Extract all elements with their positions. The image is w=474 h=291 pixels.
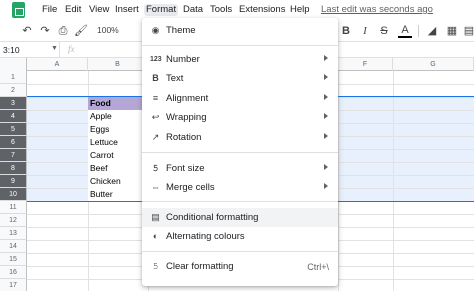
menu-item-label: Theme [166,25,196,36]
menu-item-label: Font size [166,163,205,174]
strikethrough-icon[interactable]: S [377,24,391,38]
merge-icon[interactable]: ▤ [462,24,474,38]
row-header-selected[interactable]: 6 [0,136,27,149]
menu-item-text[interactable]: B Text [142,69,338,88]
number-123-icon: 123 [150,56,162,63]
last-edit-link[interactable]: Last edit was seconds ago [321,4,433,16]
menu-item-label: Text [166,73,184,84]
submenu-arrow-icon [324,55,328,61]
menu-edit[interactable]: Edit [65,4,81,16]
fill-drop-icon: ◐ [152,231,159,241]
menu-item-label: Conditional formatting [166,212,259,223]
menu-item-wrapping[interactable]: ↩ Wrapping [142,108,338,127]
row-header-selected[interactable]: 4 [0,110,27,123]
menu-item-number[interactable]: 123 Number [142,50,338,69]
column-header-g[interactable]: G [393,58,474,71]
menu-insert[interactable]: Insert [115,4,139,16]
row-header-selected[interactable]: 10 [0,188,27,201]
menu-item-rotation[interactable]: ↗ Rotation [142,128,338,147]
menu-item-alignment[interactable]: ≡ Alignment [142,89,338,108]
row-header[interactable]: 16 [0,266,27,279]
menu-item-label: Alignment [166,93,209,104]
menu-divider [142,152,338,153]
row-header-selected[interactable]: 9 [0,175,27,188]
palette-icon: ◉ [151,25,160,35]
toolbar-divider [418,25,419,37]
spreadsheet-app: File Edit View Insert Format Data Tools … [0,0,474,291]
menu-item-label: Wrapping [166,112,207,123]
row-header[interactable]: 15 [0,253,27,266]
column-header-a[interactable]: A [27,58,88,71]
zoom-select[interactable]: 100% [97,25,119,35]
row-header[interactable]: 17 [0,279,27,291]
paint-format-icon[interactable]: 🖌 [74,24,88,38]
borders-icon[interactable]: ▦ [445,24,459,38]
menu-divider [142,251,338,252]
menu-data[interactable]: Data [183,4,203,16]
menu-item-theme[interactable]: ◉ Theme [142,21,338,40]
menu-item-label: Rotation [166,132,202,143]
menu-item-label: Merge cells [166,182,215,193]
font-size-icon: 𝟻 [152,163,159,173]
submenu-arrow-icon [324,133,328,139]
menu-item-conditional-formatting[interactable]: ▤ Conditional formatting [142,208,338,227]
chevron-down-icon[interactable]: ▼ [51,45,58,52]
text-color-icon[interactable]: A [398,24,412,38]
row-header-selected[interactable]: 5 [0,123,27,136]
menu-format[interactable]: Format [144,4,179,16]
submenu-arrow-icon [324,74,328,80]
undo-icon[interactable]: ↶ [20,24,34,38]
menu-bar: File Edit View Insert Format Data Tools … [0,0,474,20]
format-menu: ◉ Theme 123 Number B Text ≡ Alignment ↩ … [142,18,338,286]
shortcut-label: Ctrl+\ [307,262,329,272]
menu-item-font-size[interactable]: 𝟻 Font size [142,159,338,178]
column-header-f[interactable]: F [338,58,393,71]
menu-divider [142,201,338,202]
submenu-arrow-icon [324,94,328,100]
fx-icon: fx [68,44,75,54]
fill-color-icon[interactable]: ◢ [425,24,439,38]
menu-divider [142,45,338,46]
menu-extensions[interactable]: Extensions [239,4,285,16]
submenu-arrow-icon [324,164,328,170]
menu-item-label: Clear formatting [166,261,234,272]
row-header-selected[interactable]: 7 [0,149,27,162]
menu-item-label: Alternating colours [166,231,245,242]
row-header[interactable]: 2 [0,84,27,97]
select-all-corner[interactable] [0,58,27,71]
text-wrap-icon: ↩ [151,112,160,122]
row-header-selected[interactable]: 8 [0,162,27,175]
row-header[interactable]: 14 [0,240,27,253]
menu-help[interactable]: Help [290,4,310,16]
print-icon[interactable]: ⎙ [56,24,70,38]
submenu-arrow-icon [324,113,328,119]
column-header-b[interactable]: B [88,58,148,71]
text-rotation-icon: ↗ [151,132,160,142]
menu-item-label: Number [166,54,200,65]
clear-format-icon: 𝟻 [152,261,159,271]
row-header[interactable]: 1 [0,71,27,84]
bold-icon[interactable]: B [339,24,353,38]
menu-tools[interactable]: Tools [210,4,232,16]
sheets-logo-icon[interactable] [12,2,25,18]
name-box-value: 3:10 [3,45,20,55]
bold-text-icon: B [152,73,159,83]
menu-item-clear-formatting[interactable]: 𝟻 Clear formatting Ctrl+\ [142,257,338,276]
align-left-icon: ≡ [152,93,159,103]
submenu-arrow-icon [324,183,328,189]
row-header[interactable]: 13 [0,227,27,240]
menu-file[interactable]: File [42,4,57,16]
row-header[interactable]: 11 [0,201,27,214]
menu-item-alternating-colours[interactable]: ◐ Alternating colours [142,227,338,246]
merge-cells-icon: ⇔ [151,182,160,192]
menu-item-merge-cells[interactable]: ⇔ Merge cells [142,178,338,197]
menu-view[interactable]: View [89,4,109,16]
conditional-format-icon: ▤ [151,212,160,222]
redo-icon[interactable]: ↷ [38,24,52,38]
italic-icon[interactable]: I [358,24,372,38]
row-header[interactable]: 12 [0,214,27,227]
row-header-selected[interactable]: 3 [0,97,27,110]
